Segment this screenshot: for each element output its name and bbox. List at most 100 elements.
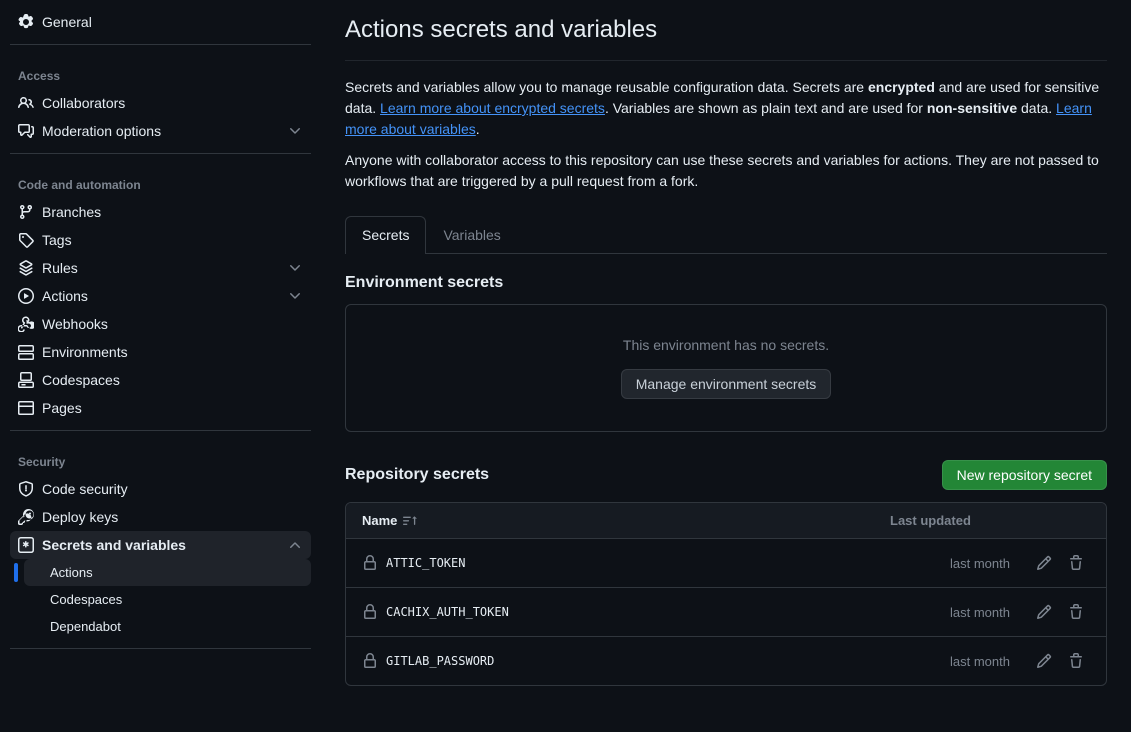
chevron-down-icon xyxy=(287,123,303,139)
edit-button[interactable] xyxy=(1030,598,1058,626)
page-title: Actions secrets and variables xyxy=(345,16,1107,44)
sidebar-label: Tags xyxy=(42,232,72,248)
people-icon xyxy=(18,95,34,111)
col-header-updated: Last updated xyxy=(890,513,1010,528)
sidebar-item-moderation[interactable]: Moderation options xyxy=(10,117,311,145)
nonsensitive-word: non-sensitive xyxy=(927,100,1017,116)
sidebar-label: Secrets and variables xyxy=(42,537,186,553)
tab-secrets[interactable]: Secrets xyxy=(345,216,426,254)
secret-row: CACHIX_AUTH_TOKEN last month xyxy=(346,588,1106,637)
trash-icon xyxy=(1068,653,1084,669)
sidebar-label: Webhooks xyxy=(42,316,108,332)
secret-row: ATTIC_TOKEN last month xyxy=(346,539,1106,588)
comment-discussion-icon xyxy=(18,123,34,139)
delete-button[interactable] xyxy=(1062,598,1090,626)
divider xyxy=(345,60,1107,61)
sidebar-header-security: Security xyxy=(10,439,311,475)
sidebar-label: Moderation options xyxy=(42,123,161,139)
col-header-name[interactable]: Name xyxy=(362,513,890,528)
sidebar-header-access: Access xyxy=(10,53,311,89)
intro-text-part: . Variables are shown as plain text and … xyxy=(605,100,927,116)
divider xyxy=(10,430,311,431)
lock-icon xyxy=(362,653,378,669)
sidebar-label: Branches xyxy=(42,204,101,220)
tag-icon xyxy=(18,232,34,248)
sort-asc-icon xyxy=(403,514,417,528)
key-icon xyxy=(18,509,34,525)
env-empty-text: This environment has no secrets. xyxy=(623,337,829,353)
sidebar-label: Deploy keys xyxy=(42,509,118,525)
sidebar-label: Rules xyxy=(42,260,78,276)
secret-updated: last month xyxy=(890,605,1010,620)
sidebar-item-tags[interactable]: Tags xyxy=(10,226,311,254)
sidebar-item-collaborators[interactable]: Collaborators xyxy=(10,89,311,117)
sidebar-subitem-codespaces[interactable]: Codespaces xyxy=(24,586,311,613)
sidebar-label: Codespaces xyxy=(42,372,120,388)
secret-name: CACHIX_AUTH_TOKEN xyxy=(386,605,509,619)
divider xyxy=(10,44,311,45)
edit-button[interactable] xyxy=(1030,549,1058,577)
pencil-icon xyxy=(1036,604,1052,620)
learn-secrets-link[interactable]: Learn more about encrypted secrets xyxy=(380,100,605,116)
encrypted-word: encrypted xyxy=(868,79,935,95)
sidebar-item-secrets-variables[interactable]: Secrets and variables xyxy=(10,531,311,559)
git-branch-icon xyxy=(18,204,34,220)
sidebar-item-code-security[interactable]: Code security xyxy=(10,475,311,503)
secret-updated: last month xyxy=(890,654,1010,669)
codespaces-icon xyxy=(18,372,34,388)
sidebar-item-actions[interactable]: Actions xyxy=(10,282,311,310)
sidebar-item-pages[interactable]: Pages xyxy=(10,394,311,422)
secret-name: ATTIC_TOKEN xyxy=(386,556,465,570)
stack-icon xyxy=(18,260,34,276)
webhook-icon xyxy=(18,316,34,332)
sidebar-item-branches[interactable]: Branches xyxy=(10,198,311,226)
delete-button[interactable] xyxy=(1062,647,1090,675)
divider xyxy=(10,153,311,154)
sidebar-label: Pages xyxy=(42,400,82,416)
tabs: Secrets Variables xyxy=(345,216,1107,254)
new-repo-secret-button[interactable]: New repository secret xyxy=(942,460,1107,490)
pencil-icon xyxy=(1036,555,1052,571)
sidebar-label: Collaborators xyxy=(42,95,125,111)
sidebar-item-codespaces[interactable]: Codespaces xyxy=(10,366,311,394)
chevron-down-icon xyxy=(287,288,303,304)
repo-secrets-title: Repository secrets xyxy=(345,466,489,484)
intro-text-part: data. xyxy=(1017,100,1056,116)
sidebar-item-webhooks[interactable]: Webhooks xyxy=(10,310,311,338)
intro-text-part: Secrets and variables allow you to manag… xyxy=(345,79,868,95)
env-secrets-box: This environment has no secrets. Manage … xyxy=(345,304,1107,432)
lock-icon xyxy=(362,555,378,571)
sidebar-subitem-dependabot[interactable]: Dependabot xyxy=(24,613,311,640)
sidebar-label: Actions xyxy=(42,288,88,304)
sidebar-label: General xyxy=(42,14,92,30)
sidebar-item-rules[interactable]: Rules xyxy=(10,254,311,282)
intro-text-part: . xyxy=(476,121,480,137)
sidebar-subitem-actions[interactable]: Actions xyxy=(24,559,311,586)
edit-button[interactable] xyxy=(1030,647,1058,675)
server-icon xyxy=(18,344,34,360)
main-content: Actions secrets and variables Secrets an… xyxy=(321,0,1131,732)
delete-button[interactable] xyxy=(1062,549,1090,577)
repo-secrets-table: Name Last updated ATTIC_TOKEN last month… xyxy=(345,502,1107,686)
pencil-icon xyxy=(1036,653,1052,669)
tab-variables[interactable]: Variables xyxy=(426,216,517,254)
chevron-up-icon xyxy=(287,537,303,553)
intro-text: Secrets and variables allow you to manag… xyxy=(345,77,1107,192)
secret-name: GITLAB_PASSWORD xyxy=(386,654,494,668)
sidebar-item-general[interactable]: General xyxy=(10,8,311,36)
play-icon xyxy=(18,288,34,304)
sidebar-label: Code security xyxy=(42,481,128,497)
sidebar-item-environments[interactable]: Environments xyxy=(10,338,311,366)
secret-updated: last month xyxy=(890,556,1010,571)
manage-env-secrets-button[interactable]: Manage environment secrets xyxy=(621,369,832,399)
env-secrets-title: Environment secrets xyxy=(345,274,1107,292)
chevron-down-icon xyxy=(287,260,303,276)
col-name-label: Name xyxy=(362,513,397,528)
trash-icon xyxy=(1068,604,1084,620)
table-header: Name Last updated xyxy=(346,503,1106,539)
shield-icon xyxy=(18,481,34,497)
sidebar-item-deploy-keys[interactable]: Deploy keys xyxy=(10,503,311,531)
intro-paragraph-2: Anyone with collaborator access to this … xyxy=(345,150,1107,192)
trash-icon xyxy=(1068,555,1084,571)
browser-icon xyxy=(18,400,34,416)
